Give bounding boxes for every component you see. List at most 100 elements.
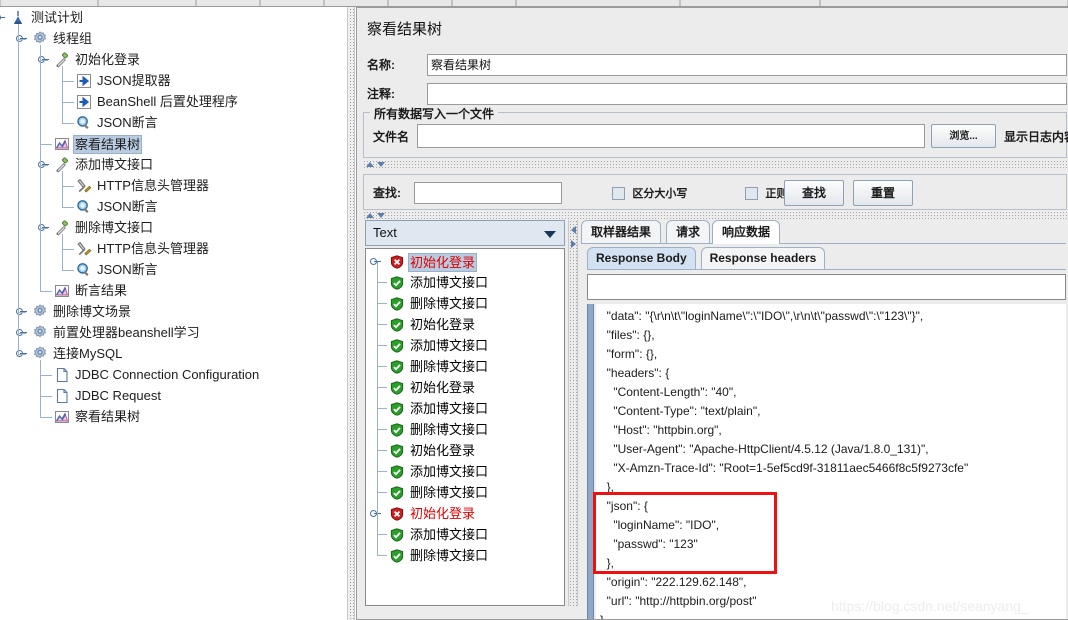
toolbar-segment[interactable] bbox=[388, 0, 452, 6]
result-connector bbox=[377, 429, 387, 430]
case-sensitive-checkbox-group[interactable]: 区分大小写 bbox=[612, 185, 687, 201]
render-type-combo[interactable]: Text bbox=[365, 220, 565, 246]
result-item[interactable]: 删除博文接口 bbox=[366, 419, 564, 440]
detail-subtab[interactable]: Response headers bbox=[700, 247, 826, 269]
tree-node[interactable]: HTTP信息头管理器 bbox=[0, 175, 347, 196]
result-tree-panel[interactable]: 初始化登录 添加博文接口 删除博文接口 初始化登录 添加博文接口 删除博文接口 初始化登录添… bbox=[365, 248, 565, 606]
tree-node[interactable]: 线程组 bbox=[0, 28, 347, 49]
tree-node[interactable]: JSON提取器 bbox=[0, 70, 347, 91]
result-connector bbox=[377, 555, 387, 556]
collapse-strip-top[interactable] bbox=[363, 160, 1067, 169]
response-find-input[interactable] bbox=[587, 274, 1066, 300]
toolbar-segment[interactable] bbox=[196, 0, 260, 6]
result-item[interactable]: 删除博文接口 bbox=[366, 293, 564, 314]
tree-node[interactable]: BeanShell 后置处理程序 bbox=[0, 91, 347, 112]
result-item[interactable]: 删除博文接口 bbox=[366, 545, 564, 566]
result-item[interactable]: 初始化登录 bbox=[366, 503, 564, 524]
tree-node-label: BeanShell 后置处理程序 bbox=[97, 94, 238, 109]
tree-connector bbox=[18, 354, 26, 355]
status-ok-icon bbox=[390, 275, 406, 291]
tree-connector bbox=[18, 312, 26, 313]
collapse-up-icon-2[interactable] bbox=[366, 213, 374, 218]
result-item[interactable]: 初始化登录 bbox=[366, 377, 564, 398]
result-item[interactable]: 添加博文接口 bbox=[366, 461, 564, 482]
detail-tabstrip[interactable]: 取样器结果 请求 响应数据 bbox=[581, 220, 1066, 244]
toolbar-segment[interactable] bbox=[516, 0, 680, 6]
tree-node-label: 线程组 bbox=[53, 31, 93, 46]
toolbar-segment[interactable] bbox=[260, 0, 324, 6]
tree-node[interactable]: 前置处理器beanshell学习 bbox=[0, 322, 347, 343]
toolbar-segment[interactable] bbox=[0, 0, 98, 6]
collapse-up-icon[interactable] bbox=[366, 162, 374, 167]
result-item[interactable]: 删除博文接口 bbox=[366, 482, 564, 503]
toolbar-segment[interactable] bbox=[98, 0, 196, 6]
tree-connector bbox=[62, 207, 74, 208]
toolbar-segment[interactable] bbox=[324, 0, 388, 6]
tree-node[interactable]: 添加博文接口 bbox=[0, 154, 347, 175]
tree-node[interactable]: 察看结果树 bbox=[0, 406, 347, 427]
result-item[interactable]: 初始化登录 bbox=[366, 440, 564, 461]
chevron-down-icon[interactable] bbox=[544, 231, 556, 238]
detail-subtabstrip[interactable]: Response Body Response headers bbox=[587, 247, 1066, 269]
browse-button[interactable]: 浏览... bbox=[931, 124, 996, 148]
filename-input[interactable] bbox=[417, 124, 925, 148]
result-item[interactable]: 添加博文接口 bbox=[366, 272, 564, 293]
result-tree-spine bbox=[377, 262, 378, 556]
detail-subtab[interactable]: Response Body bbox=[587, 247, 696, 269]
tree-node-label: 察看结果树 bbox=[73, 135, 143, 154]
tree-node[interactable]: 删除博文场景 bbox=[0, 301, 347, 322]
detail-tab[interactable]: 取样器结果 bbox=[581, 220, 662, 243]
view-results-icon bbox=[54, 283, 70, 299]
tree-node[interactable]: 连接MySQL bbox=[0, 343, 347, 364]
result-item[interactable]: 删除博文接口 bbox=[366, 356, 564, 377]
comment-input[interactable] bbox=[427, 83, 1067, 105]
status-ok-icon bbox=[390, 317, 406, 333]
name-input[interactable]: 察看结果树 bbox=[427, 54, 1067, 76]
regex-checkbox[interactable] bbox=[745, 186, 758, 200]
result-item[interactable]: 添加博文接口 bbox=[366, 335, 564, 356]
collapse-down-icon-2[interactable] bbox=[377, 213, 385, 218]
results-splitter[interactable] bbox=[568, 220, 578, 606]
collapse-right-icon[interactable] bbox=[571, 240, 576, 248]
tree-node[interactable]: 初始化登录 bbox=[0, 49, 347, 70]
tree-connector bbox=[62, 102, 74, 103]
tree-node[interactable]: JSON断言 bbox=[0, 259, 347, 280]
tree-node[interactable]: JSON断言 bbox=[0, 196, 347, 217]
tree-node[interactable]: 删除博文接口 bbox=[0, 217, 347, 238]
result-item[interactable]: 初始化登录 bbox=[366, 251, 564, 272]
find-button[interactable]: 查找 bbox=[784, 180, 844, 206]
tree-connector bbox=[40, 60, 48, 61]
detail-tab[interactable]: 请求 bbox=[666, 220, 711, 243]
result-item[interactable]: 添加博文接口 bbox=[366, 524, 564, 545]
collapse-down-icon[interactable] bbox=[377, 162, 385, 167]
result-item[interactable]: 添加博文接口 bbox=[366, 398, 564, 419]
test-plan-tree[interactable]: 测试计划线程组初始化登录 JSON提取器 BeanShell 后置处理程序 JSON断… bbox=[0, 7, 347, 620]
tree-node[interactable]: 察看结果树 bbox=[0, 133, 347, 154]
result-item[interactable]: 初始化登录 bbox=[366, 314, 564, 335]
tree-expand-knob[interactable] bbox=[370, 508, 381, 519]
toolbar-segment[interactable] bbox=[820, 0, 1068, 6]
collapse-left-icon[interactable] bbox=[571, 226, 576, 234]
tree-connector bbox=[62, 123, 74, 124]
case-sensitive-checkbox[interactable] bbox=[612, 186, 625, 200]
response-line: "Content-Type": "text/plain", bbox=[600, 404, 761, 418]
collapse-strip-results[interactable] bbox=[363, 211, 1067, 220]
tree-node[interactable]: 断言结果 bbox=[0, 280, 347, 301]
toolbar-segment[interactable] bbox=[452, 0, 516, 6]
tree-node[interactable]: JDBC Connection Configuration bbox=[0, 364, 347, 385]
tree-expand-knob[interactable] bbox=[370, 256, 381, 267]
tree-node[interactable]: JDBC Request bbox=[0, 385, 347, 406]
sampler-detail-pane: 取样器结果 请求 响应数据 Response Body Response header… bbox=[579, 220, 1068, 619]
reset-button[interactable]: 重置 bbox=[853, 180, 913, 206]
main-splitter[interactable] bbox=[347, 7, 355, 620]
result-item-label: 添加博文接口 bbox=[410, 338, 489, 353]
detail-tab[interactable]: 响应数据 bbox=[712, 220, 781, 244]
json-highlight-box bbox=[593, 492, 777, 574]
tree-node[interactable]: HTTP信息头管理器 bbox=[0, 238, 347, 259]
tree-connector bbox=[62, 249, 74, 250]
search-input[interactable] bbox=[414, 182, 562, 204]
toolbar-segment[interactable] bbox=[680, 0, 820, 6]
tree-node[interactable]: JSON断言 bbox=[0, 112, 347, 133]
tree-node[interactable]: 测试计划 bbox=[0, 7, 347, 28]
tree-expand-knob[interactable] bbox=[0, 12, 5, 23]
